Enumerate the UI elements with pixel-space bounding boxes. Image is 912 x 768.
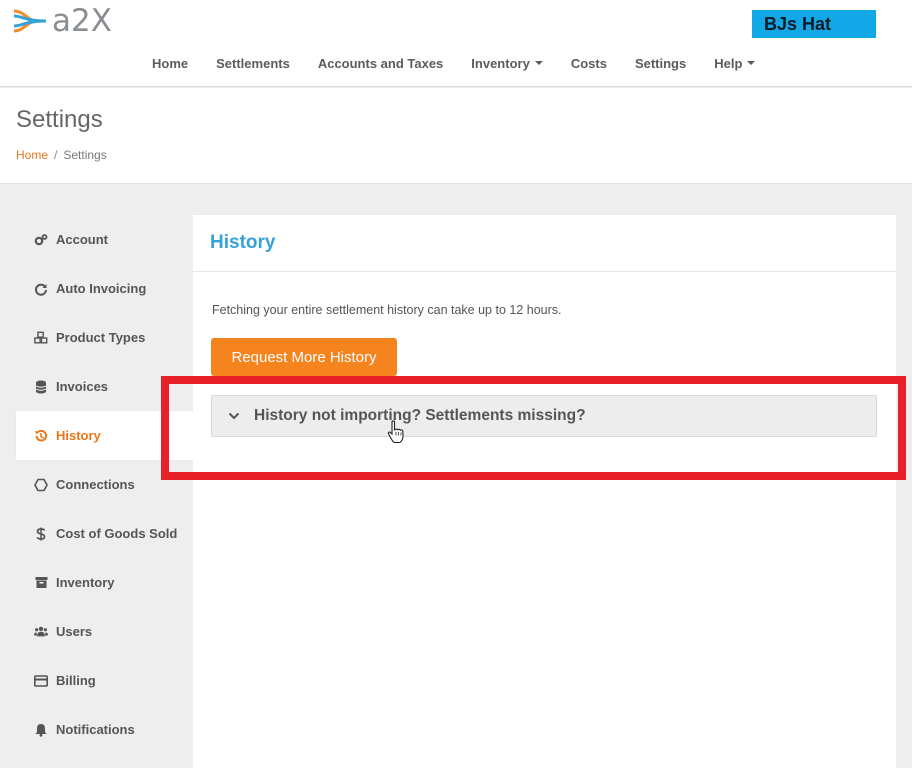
users-icon (34, 625, 48, 639)
nav-home[interactable]: Home (138, 56, 202, 71)
breadcrumb-home-link[interactable]: Home (16, 148, 48, 162)
nav-label: Accounts and Taxes (317, 55, 444, 71)
sidebar-item-label: Notifications (56, 722, 135, 737)
sidebar-item-product-types[interactable]: Product Types (16, 313, 193, 362)
sidebar-item-billing[interactable]: Billing (16, 656, 193, 705)
a2x-logo[interactable]: a2X (12, 5, 112, 37)
caret-down-icon (534, 61, 543, 65)
sidebar-item-label: Connections (56, 477, 135, 492)
sidebar-item-inventory[interactable]: Inventory (16, 558, 193, 607)
archive-icon (34, 576, 48, 590)
breadcrumb-current: Settings (63, 148, 107, 162)
nav-label: Help (714, 55, 743, 71)
nav-label: Inventory (471, 55, 530, 71)
nav-settlements[interactable]: Settlements (202, 56, 304, 71)
cubes-icon (34, 331, 48, 345)
hand-cursor-icon (387, 420, 404, 444)
sidebar-item-label: Billing (56, 673, 96, 688)
credit-card-icon (34, 674, 48, 688)
nav-accounts-and-taxes[interactable]: Accounts and Taxes (304, 56, 457, 71)
breadcrumb-separator: / (54, 148, 58, 162)
nav-inventory-dropdown[interactable]: Inventory (457, 56, 557, 71)
settings-sidebar: Account Auto Invoicing Product Types Inv… (16, 215, 193, 754)
gears-icon (34, 233, 48, 247)
bell-icon (34, 723, 48, 737)
accordion-title: History not importing? Settlements missi… (254, 407, 586, 424)
sidebar-item-cost-of-goods-sold[interactable]: Cost of Goods Sold (16, 509, 193, 558)
org-badge[interactable]: BJs Hat (752, 10, 876, 38)
sidebar-item-label: History (56, 428, 101, 443)
history-description: Fetching your entire settlement history … (212, 303, 562, 317)
history-panel: History Fetching your entire settlement … (193, 215, 896, 768)
sidebar-item-label: Cost of Goods Sold (56, 526, 178, 541)
sidebar-item-notifications[interactable]: Notifications (16, 705, 193, 754)
sidebar-item-label: Invoices (56, 379, 109, 394)
nav-help-dropdown[interactable]: Help (700, 56, 769, 71)
sidebar-item-history[interactable]: History (16, 411, 193, 460)
page-title: Settings (16, 106, 103, 133)
hexagon-icon (34, 478, 48, 492)
chevron-down-icon (228, 410, 240, 422)
a2x-logo-icon (13, 9, 47, 33)
panel-header: History (193, 215, 896, 272)
logo-text: a2X (52, 3, 112, 39)
nav-label: Settlements (216, 55, 290, 71)
nav-settings[interactable]: Settings (621, 56, 700, 71)
sidebar-item-users[interactable]: Users (16, 607, 193, 656)
sidebar-item-label: Inventory (56, 575, 115, 590)
sidebar-item-invoices[interactable]: Invoices (16, 362, 193, 411)
page-header: Settings Home / Settings (0, 88, 912, 184)
sidebar-item-label: Auto Invoicing (56, 281, 147, 296)
sidebar-item-auto-invoicing[interactable]: Auto Invoicing (16, 264, 193, 313)
history-icon (34, 429, 48, 443)
database-icon (34, 380, 48, 394)
request-more-history-button[interactable]: Request More History (211, 338, 397, 376)
nav-label: Costs (570, 55, 607, 71)
sidebar-item-label: Users (56, 624, 93, 639)
refresh-icon (34, 282, 48, 296)
nav-label: Settings (634, 55, 687, 71)
panel-title: History (210, 232, 276, 253)
sidebar-item-label: Product Types (56, 330, 146, 345)
sidebar-item-label: Account (56, 232, 108, 247)
nav-label: Home (152, 55, 189, 71)
main-nav: Home Settlements Accounts and Taxes Inve… (138, 52, 769, 74)
top-header: a2X BJs Hat Home Settlements Accounts an… (0, 0, 912, 87)
dollar-icon (34, 527, 48, 541)
sidebar-item-connections[interactable]: Connections (16, 460, 193, 509)
breadcrumb: Home / Settings (16, 148, 107, 162)
nav-costs[interactable]: Costs (557, 56, 621, 71)
history-help-accordion[interactable]: History not importing? Settlements missi… (211, 395, 877, 437)
caret-down-icon (747, 61, 756, 65)
sidebar-item-account[interactable]: Account (16, 215, 193, 264)
